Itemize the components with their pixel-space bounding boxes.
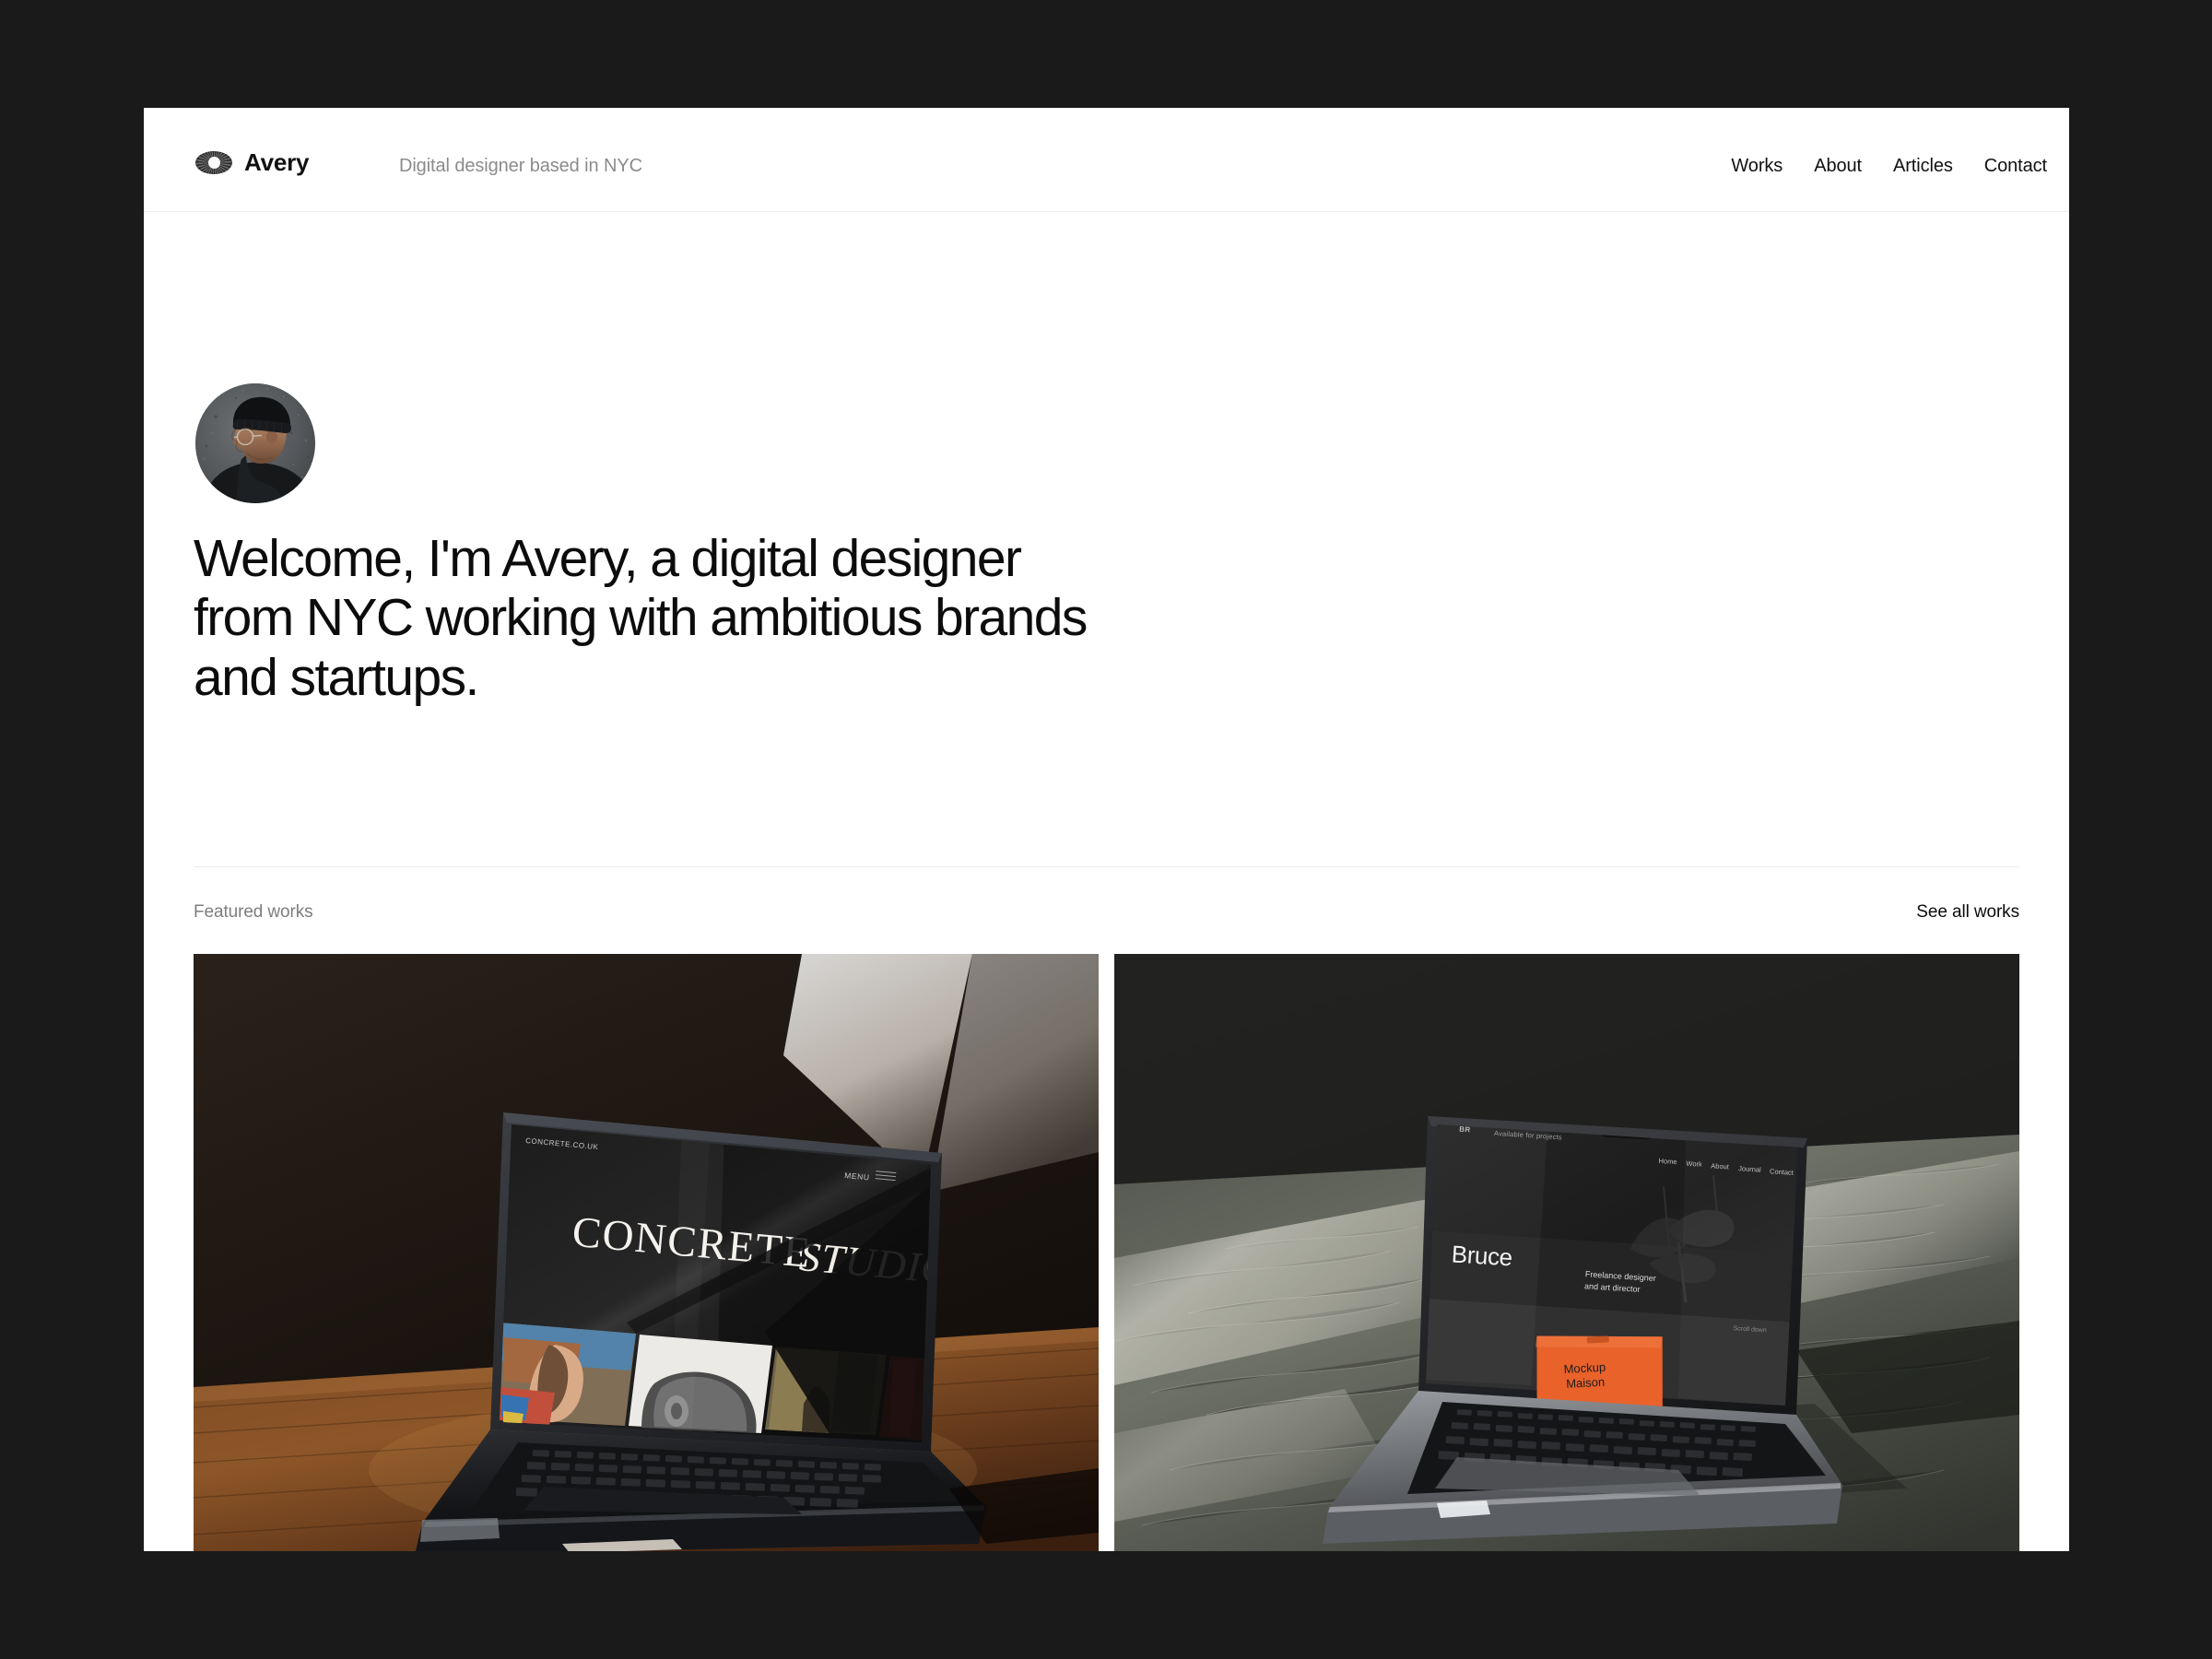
page-title: Welcome, I'm Avery, a digital designer f… — [194, 529, 1088, 707]
sticker-line-1: Mockup — [1563, 1360, 1606, 1376]
featured-works-label: Featured works — [194, 902, 313, 922]
nav-link-about[interactable]: About — [1814, 156, 1862, 177]
screen-nav-journal: Journal — [1738, 1164, 1761, 1174]
nav-link-contact[interactable]: Contact — [1984, 156, 2047, 177]
screen-nav-home: Home — [1658, 1157, 1677, 1166]
screen-nav-about: About — [1711, 1161, 1730, 1171]
screen-title: Bruce — [1451, 1240, 1513, 1271]
eye-ellipse-logo-icon — [195, 151, 232, 174]
brand-logo-link[interactable]: Avery — [195, 148, 310, 177]
header-tagline: Digital designer based in NYC — [399, 156, 642, 176]
main-navigation: Works About Articles Contact — [1731, 156, 2047, 177]
site-header: Avery Digital designer based in NYC Work… — [144, 108, 2069, 212]
screen-nav-contact: Contact — [1770, 1167, 1794, 1177]
screen-nav-work: Work — [1686, 1159, 1702, 1169]
work-card-bruce-portfolio[interactable]: BR Available for projects Home Work Abou… — [1114, 954, 2019, 1551]
work-card-concrete-studio[interactable]: CONCRETE.CO.UK MENU CONCRETE STUDIO — [194, 954, 1099, 1551]
see-all-works-link[interactable]: See all works — [1916, 902, 2019, 923]
featured-divider — [194, 866, 2019, 867]
brand-name: Avery — [244, 148, 310, 176]
avatar — [195, 383, 315, 503]
featured-works-grid: CONCRETE.CO.UK MENU CONCRETE STUDIO — [194, 954, 2019, 1551]
site-page: Avery Digital designer based in NYC Work… — [144, 108, 2069, 1551]
nav-link-articles[interactable]: Articles — [1893, 156, 1953, 177]
nav-link-works[interactable]: Works — [1731, 156, 1783, 177]
sticker-line-2: Maison — [1566, 1375, 1606, 1391]
